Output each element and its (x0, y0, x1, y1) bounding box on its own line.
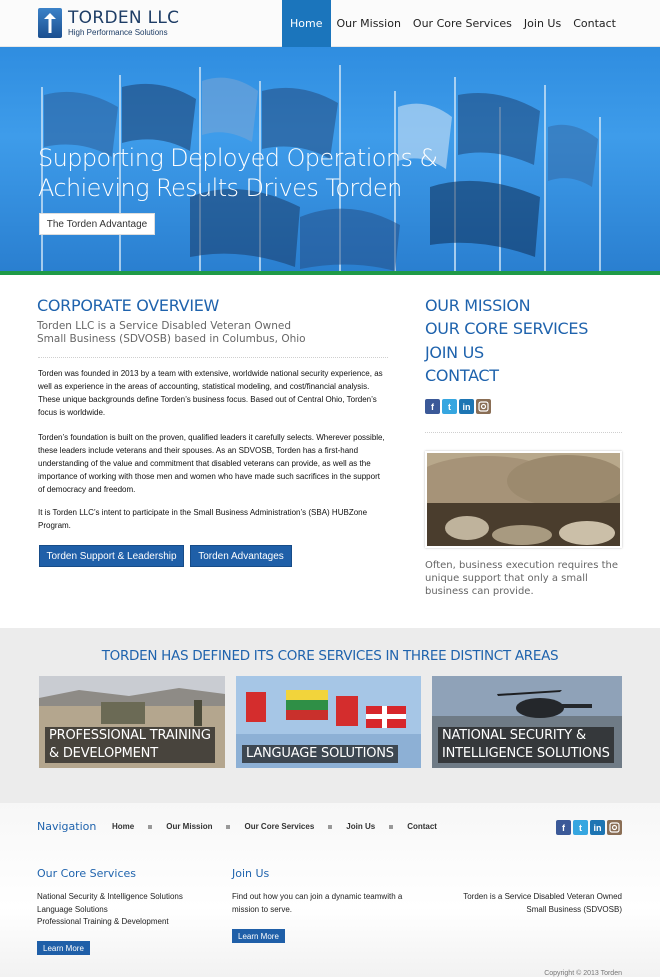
footer-core-item[interactable]: Professional Training & Development (37, 916, 227, 929)
sidebar-link-core-services[interactable]: OUR CORE SERVICES (425, 319, 588, 338)
tile-label-security: NATIONAL SECURITY & INTELLIGENCE SOLUTIO… (438, 727, 614, 763)
tile-national-security[interactable]: NATIONAL SECURITY & INTELLIGENCE SOLUTIO… (432, 676, 622, 768)
footer-nav-separator (148, 824, 153, 829)
footer-nav-join-us[interactable]: Join Us (346, 822, 375, 831)
footer-join-us-text: Find out how you can join a dynamic team… (232, 892, 403, 914)
footer-core-item[interactable]: Language Solutions (37, 904, 227, 917)
copyright: Copyright © 2013 Torden (544, 970, 622, 977)
nav-join-us[interactable]: Join Us (518, 0, 567, 47)
sidebar-caption: Often, business execution requires the u… (425, 560, 619, 597)
footer-nav-contact[interactable]: Contact (407, 822, 437, 831)
linkedin-icon[interactable]: in (590, 820, 605, 835)
main-nav: Home Our Mission Our Core Services Join … (282, 0, 622, 47)
footer-core-item[interactable]: National Security & Intelligence Solutio… (37, 891, 227, 904)
nav-contact[interactable]: Contact (567, 0, 622, 47)
social-icons: f t in (425, 399, 491, 414)
sidebar-link-join-us[interactable]: JOIN US (425, 343, 484, 362)
facebook-icon[interactable]: f (425, 399, 440, 414)
footer-core-learn-more-button[interactable]: Learn More (37, 941, 90, 955)
nav-our-mission[interactable]: Our Mission (331, 0, 407, 47)
footer-nav: Home Our Mission Our Core Services Join … (112, 822, 437, 831)
logo-icon (38, 8, 62, 38)
site-header: TORDEN LLC High Performance Solutions Ho… (0, 0, 660, 47)
facebook-icon[interactable]: f (556, 820, 571, 835)
sidebar-divider (425, 432, 622, 433)
footer-join-us-title: Join Us (232, 867, 270, 880)
footer-nav-separator (389, 824, 394, 829)
overview-divider (38, 357, 388, 358)
footer-nav-our-mission[interactable]: Our Mission (166, 822, 212, 831)
overview-paragraph-2: Torden’s foundation is built on the prov… (38, 433, 385, 494)
rocks-photo (425, 451, 622, 548)
hero-banner: Supporting Deployed Operations & Achievi… (0, 47, 660, 271)
overview-paragraph-1: Torden was founded in 2013 by a team wit… (38, 369, 383, 417)
services-title: TORDEN HAS DEFINED ITS CORE SERVICES IN … (101, 648, 559, 664)
sidebar-link-contact[interactable]: CONTACT (425, 366, 499, 385)
twitter-icon[interactable]: t (442, 399, 457, 414)
footer-core-services-list: National Security & Intelligence Solutio… (37, 891, 227, 929)
footer-nav-separator (226, 824, 231, 829)
tile-label-training: PROFESSIONAL TRAINING & DEVELOPMENT (45, 727, 215, 763)
brand-name: TORDEN LLC (68, 7, 180, 28)
overview-subheading: Torden LLC is a Service Disabled Veteran… (37, 320, 306, 345)
footer-join-learn-more-button[interactable]: Learn More (232, 929, 285, 943)
footer-core-services-title: Our Core Services (37, 867, 136, 880)
linkedin-icon[interactable]: in (459, 399, 474, 414)
overview-heading: CORPORATE OVERVIEW (37, 296, 220, 315)
footer-nav-home[interactable]: Home (112, 822, 134, 831)
advantages-button[interactable]: Torden Advantages (190, 545, 292, 567)
nav-core-services[interactable]: Our Core Services (407, 0, 518, 47)
hero-title: Supporting Deployed Operations & Achievi… (38, 144, 438, 202)
instagram-icon[interactable] (476, 399, 491, 414)
sidebar-link-our-mission[interactable]: OUR MISSION (425, 296, 531, 315)
footer-sdvosb-text: Torden is a Service Disabled Veteran Own… (463, 892, 622, 914)
footer-social-icons: f t in (556, 820, 622, 835)
tile-language-solutions[interactable]: LANGUAGE SOLUTIONS (236, 676, 421, 768)
footer-nav-core-services[interactable]: Our Core Services (244, 822, 314, 831)
brand-tagline: High Performance Solutions (68, 27, 168, 37)
tile-professional-training[interactable]: PROFESSIONAL TRAINING & DEVELOPMENT (39, 676, 225, 768)
torden-advantage-button[interactable]: The Torden Advantage (39, 213, 155, 235)
nav-home[interactable]: Home (282, 0, 331, 47)
overview-paragraph-3: It is Torden LLC’s intent to participate… (38, 508, 368, 530)
hero-divider (0, 271, 660, 275)
support-leadership-button[interactable]: Torden Support & Leadership (39, 545, 184, 567)
instagram-icon[interactable] (607, 820, 622, 835)
footer-navigation-title: Navigation (37, 820, 97, 833)
logo[interactable]: TORDEN LLC High Performance Solutions (38, 8, 179, 38)
footer-nav-separator (328, 824, 333, 829)
twitter-icon[interactable]: t (573, 820, 588, 835)
tile-label-language: LANGUAGE SOLUTIONS (242, 745, 398, 763)
